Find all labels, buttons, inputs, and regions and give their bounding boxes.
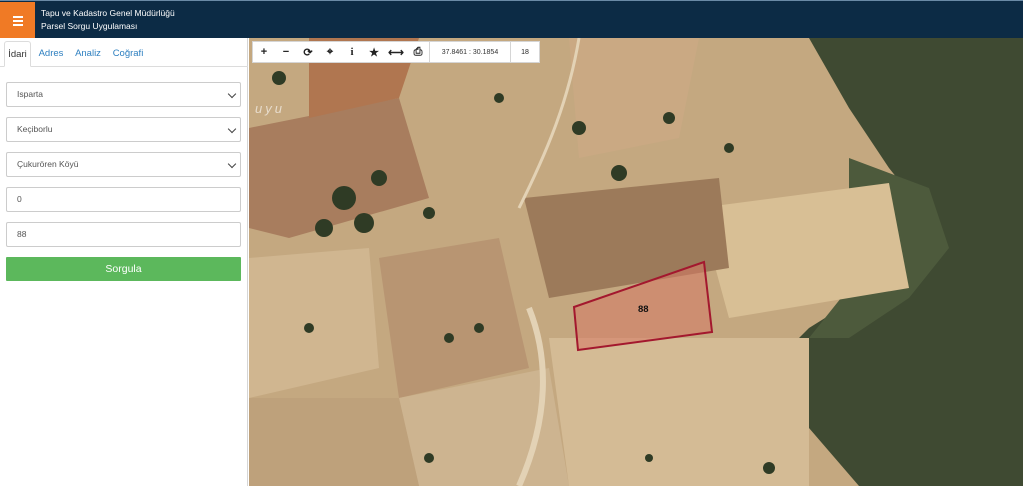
print-icon[interactable]: ⎙	[407, 42, 429, 62]
neighborhood-value: Çukurören Köyü	[17, 159, 79, 169]
parcel-input[interactable]: 88	[6, 222, 241, 247]
tab-idari[interactable]: İdari	[4, 41, 31, 67]
tab-bar: İdari Adres Analiz Coğrafi	[0, 38, 248, 67]
neighborhood-select[interactable]: Çukurören Köyü	[6, 152, 241, 177]
star-icon[interactable]: ★	[363, 42, 385, 62]
tab-analiz[interactable]: Analiz	[72, 41, 104, 67]
province-select[interactable]: Isparta	[6, 82, 241, 107]
zoom-in-icon[interactable]: +	[253, 42, 275, 62]
satellite-imagery	[249, 38, 1023, 486]
tab-cografi[interactable]: Coğrafi	[110, 41, 146, 67]
chevron-down-icon	[227, 89, 237, 99]
parcel-value: 88	[17, 229, 27, 239]
parcel-label[interactable]: 88	[638, 304, 649, 315]
map-overlay-text: uyu	[255, 101, 285, 116]
chevron-down-icon	[227, 159, 237, 169]
coordinate-readout: 37.8461 : 30.1854	[429, 42, 511, 62]
district-value: Keçiborlu	[17, 124, 53, 134]
province-value: Isparta	[17, 89, 43, 99]
chevron-down-icon	[227, 124, 237, 134]
hamburger-icon	[12, 14, 23, 28]
refresh-icon[interactable]: ⟳	[297, 42, 319, 62]
tab-adres[interactable]: Adres	[35, 41, 67, 67]
sidebar: İdari Adres Analiz Coğrafi Isparta Keçib…	[0, 38, 248, 486]
locate-icon[interactable]: ⌖	[319, 42, 341, 62]
app-title: Tapu ve Kadastro Genel Müdürlüğü	[41, 8, 175, 18]
zoom-out-icon[interactable]: −	[275, 42, 297, 62]
info-icon[interactable]: i	[341, 42, 363, 62]
app-header: Tapu ve Kadastro Genel Müdürlüğü Parsel …	[0, 0, 1023, 39]
measure-icon[interactable]: ⟷	[385, 42, 407, 62]
app-subtitle: Parsel Sorgu Uygulaması	[41, 21, 138, 31]
block-value: 0	[17, 194, 22, 204]
menu-button[interactable]	[0, 2, 35, 39]
map-toolbar: + − ⟳ ⌖ i ★ ⟷ ⎙ 37.8461 : 30.1854 18	[252, 41, 540, 63]
block-input[interactable]: 0	[6, 187, 241, 212]
zoom-level: 18	[521, 48, 529, 56]
district-select[interactable]: Keçiborlu	[6, 117, 241, 142]
map-view[interactable]: uyu 88 + − ⟳ ⌖ i ★ ⟷ ⎙ 37.8461 : 30.1854…	[249, 38, 1023, 486]
query-button[interactable]: Sorgula	[6, 257, 241, 281]
